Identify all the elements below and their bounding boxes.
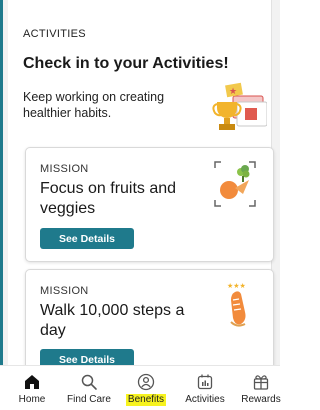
activities-panel: ACTIVITIES Check in to your Activities! …	[8, 0, 274, 365]
svg-text:★: ★	[229, 87, 237, 97]
tab-find-care[interactable]: Find Care	[64, 366, 114, 410]
calendar-icon	[197, 374, 213, 390]
mission-card-steps[interactable]: MISSION Walk 10,000 steps a day See Deta…	[25, 269, 274, 365]
gift-icon	[253, 375, 269, 390]
shoe-steps-icon: ★★★	[227, 282, 246, 327]
trophy-badges-icon: ★	[212, 82, 267, 130]
activities-scroll-area[interactable]: ACTIVITIES Check in to your Activities! …	[3, 0, 280, 365]
home-icon	[25, 375, 39, 389]
tab-home[interactable]: Home	[12, 366, 52, 410]
app-screen: ACTIVITIES Check in to your Activities! …	[0, 0, 281, 410]
tab-rewards[interactable]: Rewards	[238, 366, 284, 410]
fruits-veggies-icon	[214, 161, 256, 207]
bottom-tab-bar: Home Find Care Benefits Activities Rewar…	[0, 365, 281, 410]
card-title: Walk 10,000 steps a day	[40, 302, 185, 339]
card-label: MISSION	[40, 163, 89, 175]
page-subtitle: Keep working on creating healthier habit…	[23, 90, 165, 120]
see-details-button[interactable]: See Details	[40, 349, 134, 365]
card-label: MISSION	[40, 285, 89, 297]
tab-label: Benefits	[125, 394, 167, 406]
section-label: ACTIVITIES	[23, 28, 86, 40]
tab-label: Activities	[185, 394, 225, 405]
person-icon	[137, 373, 155, 391]
tab-label: Rewards	[241, 394, 281, 405]
tab-benefits[interactable]: Benefits	[122, 366, 170, 410]
search-icon	[81, 374, 97, 390]
tab-label: Find Care	[67, 394, 111, 405]
page-title: Check in to your Activities!	[23, 55, 229, 72]
tab-activities[interactable]: Activities	[180, 366, 230, 410]
card-title: Focus on fruits and veggies	[40, 180, 177, 217]
mission-card-fruits[interactable]: MISSION Focus on fruits and veggies See …	[25, 147, 274, 262]
see-details-button[interactable]: See Details	[40, 228, 134, 249]
tab-label: Home	[18, 394, 46, 405]
svg-text:★★★: ★★★	[227, 282, 246, 290]
